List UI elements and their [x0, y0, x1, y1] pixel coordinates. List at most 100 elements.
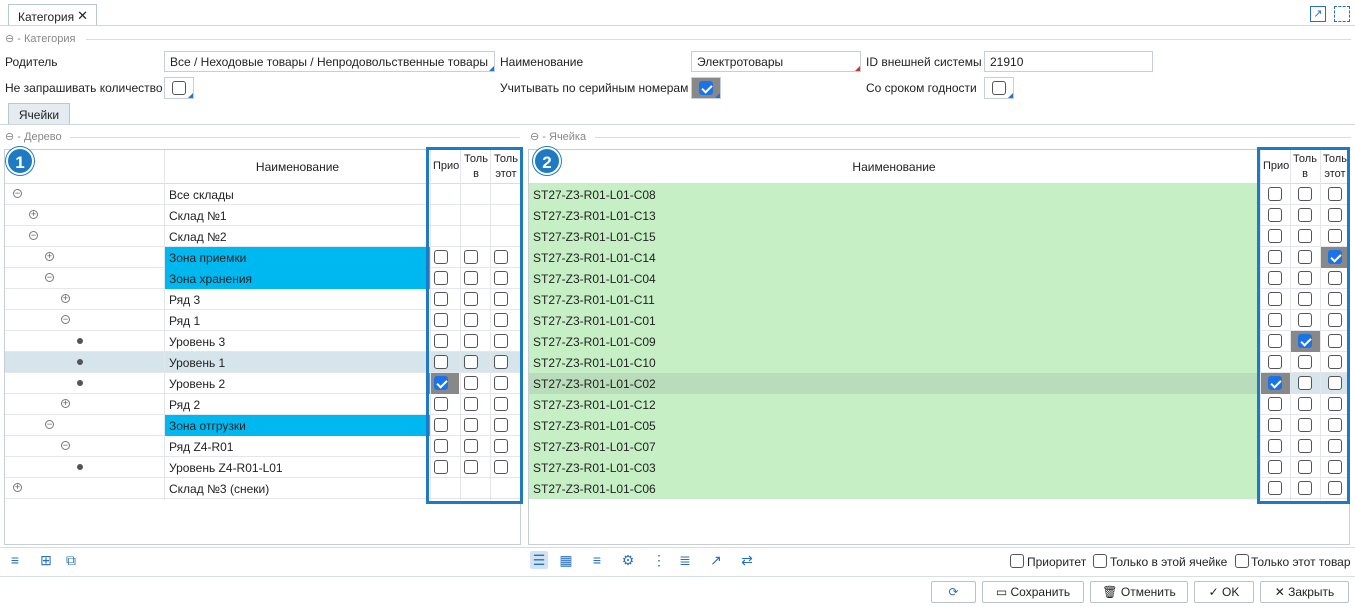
collapse-icon[interactable]: − [61, 315, 70, 324]
cell-row-label: ST27-Z3-R01-L01-C09 [529, 331, 1260, 352]
cell-row-label: ST27-Z3-R01-L01-C08 [529, 184, 1260, 205]
divider [595, 137, 1351, 138]
filter-priority-checkbox[interactable] [1010, 554, 1024, 568]
serial-label: Учитывать по серийным номерам [500, 81, 689, 95]
filter-only-item-checkbox[interactable] [1235, 554, 1249, 568]
cell-row[interactable]: ST27-Z3-R01-L01-C08 [529, 184, 1349, 205]
collapse-icon[interactable]: − [45, 420, 54, 429]
cell-row[interactable]: ST27-Z3-R01-L01-C13 [529, 205, 1349, 226]
expand-icon[interactable]: + [13, 483, 22, 492]
expiry-label: Со сроком годности [866, 81, 977, 95]
save-label: Сохранить [1010, 585, 1071, 599]
tab-label: Категория [18, 10, 75, 24]
cell-row[interactable]: ST27-Z3-R01-L01-C03 [529, 457, 1349, 478]
cell-col-name[interactable]: Наименование [529, 160, 1259, 174]
cancel-button[interactable]: 🗑 Отменить [1090, 581, 1188, 603]
gear-icon[interactable]: ⚙ [619, 551, 637, 569]
parent-label: Родитель [5, 55, 58, 69]
tree-leaf-icon [77, 359, 83, 365]
tree-row-label: Уровень 3 [169, 335, 226, 349]
filter-only-cell-checkbox[interactable] [1093, 554, 1107, 568]
cell-row-label: ST27-Z3-R01-L01-C15 [529, 226, 1260, 247]
tree-row-label: Ряд 1 [169, 314, 201, 328]
cell-row-label: ST27-Z3-R01-L01-C12 [529, 394, 1260, 415]
expand-icon[interactable]: + [29, 210, 38, 219]
filter-icon[interactable]: ≡ [6, 551, 24, 569]
extid-field[interactable]: 21910 [984, 51, 1153, 72]
section-category-header[interactable]: ⊖ - Категория [5, 32, 75, 45]
expiry-checkbox[interactable] [984, 77, 1014, 99]
tree-leaf-icon [77, 380, 83, 386]
tree-row-label: Склад №1 [169, 209, 227, 223]
export-icon[interactable]: ↗ [707, 551, 725, 569]
divider [0, 124, 1355, 125]
extid-value: 21910 [990, 55, 1024, 69]
section-category-title: Категория [24, 33, 76, 45]
filter-icon[interactable]: ≡ [588, 551, 606, 569]
noqty-checkbox[interactable] [164, 77, 194, 99]
add-row-icon[interactable]: ≣ [676, 551, 694, 569]
cell-row[interactable]: ST27-Z3-R01-L01-C02 [529, 373, 1349, 394]
divider [0, 547, 1355, 548]
numbered-list-icon[interactable]: ⋮ [650, 551, 668, 569]
cell-row-label: ST27-Z3-R01-L01-C11 [529, 289, 1260, 310]
tree-row-label: Ряд 2 [169, 398, 201, 412]
close-icon: ✕ [1274, 585, 1289, 599]
serial-checkbox[interactable] [691, 77, 721, 99]
cell-row[interactable]: ST27-Z3-R01-L01-C09 [529, 331, 1349, 352]
fullscreen-icon[interactable] [1334, 6, 1350, 22]
swap-icon[interactable]: ⇄ [738, 551, 756, 569]
cell-row[interactable]: ST27-Z3-R01-L01-C01 [529, 310, 1349, 331]
cell-row[interactable]: ST27-Z3-R01-L01-C15 [529, 226, 1349, 247]
collapse-icon[interactable]: − [29, 231, 38, 240]
tab-category[interactable]: Категория ✕ [8, 4, 97, 25]
filter-only-item-label: Только этот товар [1251, 555, 1351, 569]
cell-row[interactable]: ST27-Z3-R01-L01-C11 [529, 289, 1349, 310]
noqty-label: Не запрашивать количество [5, 81, 163, 95]
cell-row[interactable]: ST27-Z3-R01-L01-C10 [529, 352, 1349, 373]
expand-icon[interactable]: + [61, 399, 70, 408]
filter-only-cell-label: Только в этой ячейке [1110, 555, 1228, 569]
section-tree-header[interactable]: ⊖ - Дерево [5, 130, 62, 143]
ok-button[interactable]: ✓ OK [1194, 581, 1254, 603]
parent-field[interactable]: Все / Неходовые товары / Непродовольстве… [164, 51, 495, 72]
close-button[interactable]: ✕ Закрыть [1260, 581, 1349, 603]
divider [0, 25, 1355, 26]
filter-priority-label: Приоритет [1027, 555, 1087, 569]
grid-view-icon[interactable]: ▦ [557, 551, 575, 569]
tree-row-label: Ряд Z4-R01 [169, 440, 234, 454]
tree-row-label: Склад №2 [169, 230, 227, 244]
cell-row[interactable]: ST27-Z3-R01-L01-C06 [529, 478, 1349, 499]
extid-label: ID внешней системы [866, 55, 982, 69]
callout-badge-2: 2 [533, 147, 561, 175]
close-label: Закрыть [1288, 585, 1335, 599]
collapse-icon[interactable]: − [45, 273, 54, 282]
open-external-icon[interactable]: ↗ [1310, 6, 1326, 22]
expand-icon[interactable]: + [61, 294, 70, 303]
divider [164, 150, 165, 500]
tree-row-label: Уровень 2 [169, 377, 226, 391]
check-icon: ✓ [1208, 585, 1223, 599]
cell-row[interactable]: ST27-Z3-R01-L01-C05 [529, 415, 1349, 436]
collapse-icon[interactable]: − [61, 441, 70, 450]
list-view-icon[interactable]: ☰ [530, 551, 548, 569]
collapse-all-icon[interactable]: ⧉ [62, 551, 80, 569]
cell-row[interactable]: ST27-Z3-R01-L01-C14 [529, 247, 1350, 268]
cell-row[interactable]: ST27-Z3-R01-L01-C04 [529, 268, 1349, 289]
collapse-icon[interactable]: − [13, 189, 22, 198]
section-cell-header[interactable]: ⊖ - Ячейка [530, 130, 586, 143]
name-field[interactable]: Электротовары [691, 51, 861, 72]
save-button[interactable]: ▭ Сохранить [982, 581, 1084, 603]
cell-row[interactable]: ST27-Z3-R01-L01-C07 [529, 436, 1349, 457]
divider [86, 39, 1351, 40]
tree-col-name[interactable]: Наименование [165, 160, 430, 174]
expand-icon[interactable]: + [45, 252, 54, 261]
parent-value: Все / Неходовые товары / Непродовольстве… [170, 55, 489, 69]
divider [70, 137, 520, 138]
tab-cells[interactable]: Ячейки [8, 103, 70, 124]
close-icon[interactable]: ✕ [77, 8, 88, 24]
expand-all-icon[interactable]: ⊞ [37, 551, 55, 569]
refresh-button[interactable]: ⟳ [931, 581, 976, 603]
tree-title: Дерево [24, 131, 62, 143]
cell-row[interactable]: ST27-Z3-R01-L01-C12 [529, 394, 1349, 415]
